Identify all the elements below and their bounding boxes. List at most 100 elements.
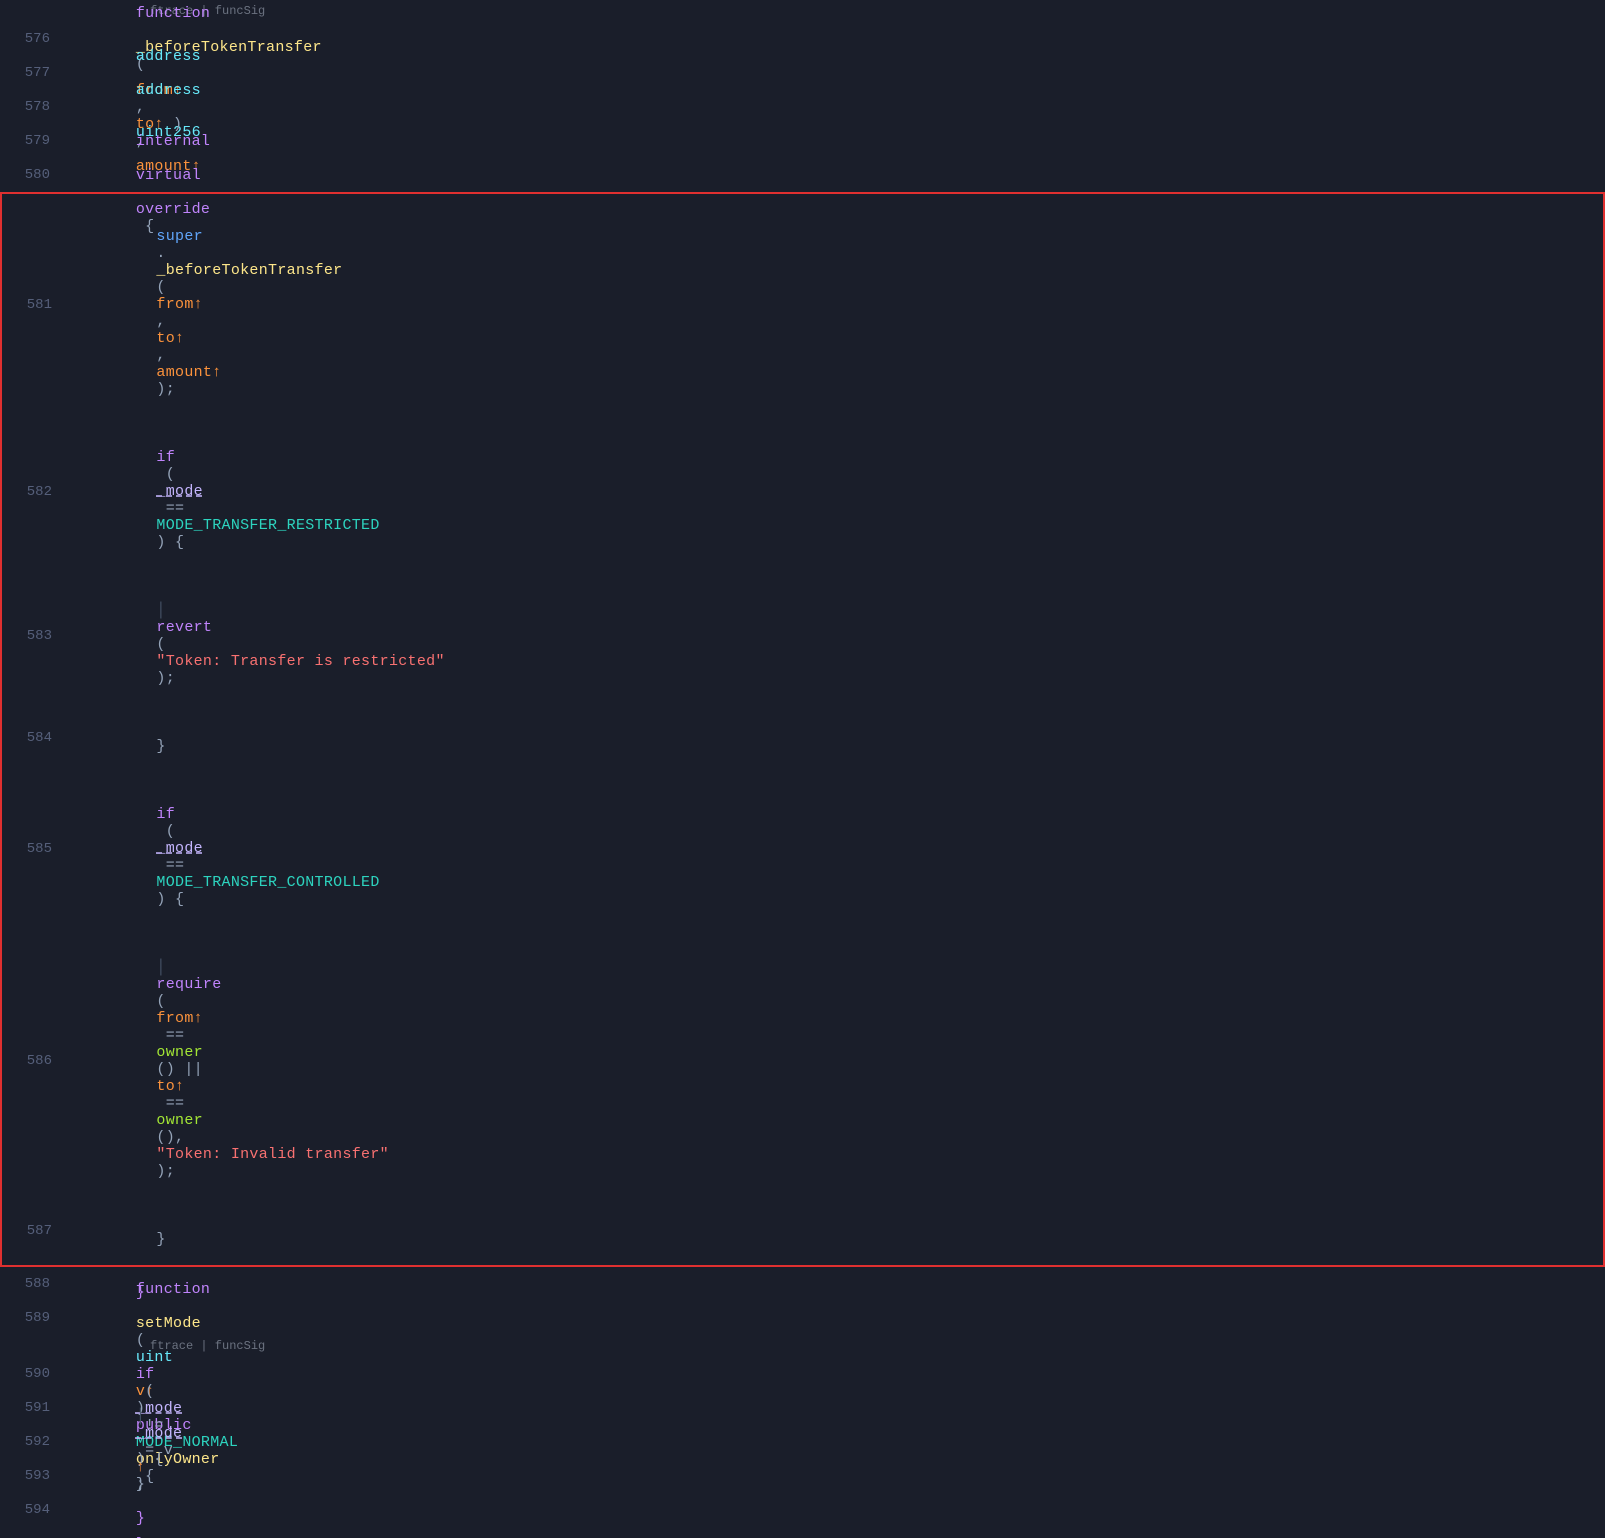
line-num-594: 594 [0,1502,70,1518]
line-content-582: if ( _mode == MODE_TRANSFER_RESTRICTED )… [72,415,1603,568]
line-content-585: if ( _mode == MODE_TRANSFER_CONTROLLED )… [72,772,1603,925]
token: "Token: Transfer is restricted" [156,653,444,670]
token: ( [156,993,165,1010]
token: , [156,313,175,330]
line-num-590: 590 [0,1366,70,1382]
token: │ [156,959,165,976]
code-line-584: 584 } [2,704,1603,772]
token [136,1459,210,1476]
token [136,1493,173,1510]
token: ↑ [212,364,221,381]
line-num-595: 595 [0,1536,70,1538]
token [156,1214,230,1231]
token: ) { [156,891,184,908]
token: . [156,245,165,262]
line-content-595: } [70,1519,1605,1538]
line-num-580: 580 [0,167,70,183]
token: () || [156,1061,212,1078]
token: } [136,1536,145,1538]
line-content-584: } [72,704,1603,772]
token: ) { [156,534,184,551]
line-num-586: 586 [2,1053,72,1069]
token: │ [156,602,165,619]
token: == [156,500,193,517]
token [156,585,268,602]
line-content-586: │ require ( from↑ == owner () || to↑ == … [72,925,1603,1197]
token: ( [156,823,175,840]
token: require [156,976,221,993]
token: ( [156,279,165,296]
line-num-587: 587 [2,1223,72,1239]
token: to [156,330,175,347]
line-num-576: 576 [0,31,70,47]
code-line-581: 581 super . _beforeTokenTransfer ( from↑… [2,194,1603,415]
line-num-581: 581 [2,297,72,313]
code-editor: ftrace | funcSig 576 function _beforeTok… [0,0,1605,769]
token: (), [156,1129,193,1146]
token: ↑ [175,330,184,347]
token [156,942,268,959]
token: ) [136,116,192,133]
token: ↑ [194,296,203,313]
code-line-585: 585 if ( _mode == MODE_TRANSFER_CONTROLL… [2,772,1603,925]
token: setMode [136,1315,201,1332]
code-line-580: 580 ) internal virtual override { [0,158,1605,192]
line-num-583: 583 [2,628,72,644]
token: if [156,806,175,823]
token [136,1349,210,1366]
token: ( [156,636,165,653]
line-num-591: 591 [0,1400,70,1416]
token [136,31,210,48]
token: _beforeTokenTransfer [156,262,342,279]
token: _mode [136,1425,183,1442]
token: ( [156,466,175,483]
token [136,150,145,167]
line-num-582: 582 [2,484,72,500]
token: MODE_TRANSFER_CONTROLLED [156,874,379,891]
token: function [136,1281,210,1298]
code-line-582: 582 if ( _mode == MODE_TRANSFER_RESTRICT… [2,415,1603,568]
token: owner [156,1112,203,1129]
highlighted-block: 581 super . _beforeTokenTransfer ( from↑… [0,192,1605,1267]
code-line-586: 586 │ require ( from↑ == owner () || to↑… [2,925,1603,1197]
token: from [156,1010,193,1027]
token: to [156,1078,175,1095]
line-num-588: 588 [0,1276,70,1292]
token: ↑ [175,1078,184,1095]
token [136,1391,248,1408]
token: == [156,1027,193,1044]
token: } [156,738,165,755]
token: == [156,1095,193,1112]
token: MODE_TRANSFER_RESTRICTED [156,517,379,534]
line-num-577: 577 [0,65,70,81]
line-content-583: │ revert ( "Token: Transfer is restricte… [72,568,1603,704]
token: , [156,347,175,364]
line-num-592: 592 [0,1434,70,1450]
token [136,1298,145,1315]
token: ); [156,381,175,398]
token [156,789,230,806]
token [156,211,230,228]
line-content-581: super . _beforeTokenTransfer ( from↑ , t… [72,194,1603,415]
token: super [156,228,203,245]
token: _mode [156,840,203,857]
token: ); [156,670,175,687]
token: revert [156,619,212,636]
token [136,1264,173,1281]
token: owner [156,1044,203,1061]
line-num-585: 585 [2,841,72,857]
token: virtual [136,167,201,184]
line-num-593: 593 [0,1468,70,1484]
token: == [156,857,193,874]
token: } [156,1231,165,1248]
token: if [156,449,175,466]
token: ↑ [194,1010,203,1027]
token: from [156,296,193,313]
code-line-595: 595 } [0,1527,1605,1538]
line-num-579: 579 [0,133,70,149]
token: internal [136,133,210,150]
token [156,432,230,449]
line-num-584: 584 [2,730,72,746]
token [156,721,230,738]
code-line-583: 583 │ revert ( "Token: Transfer is restr… [2,568,1603,704]
